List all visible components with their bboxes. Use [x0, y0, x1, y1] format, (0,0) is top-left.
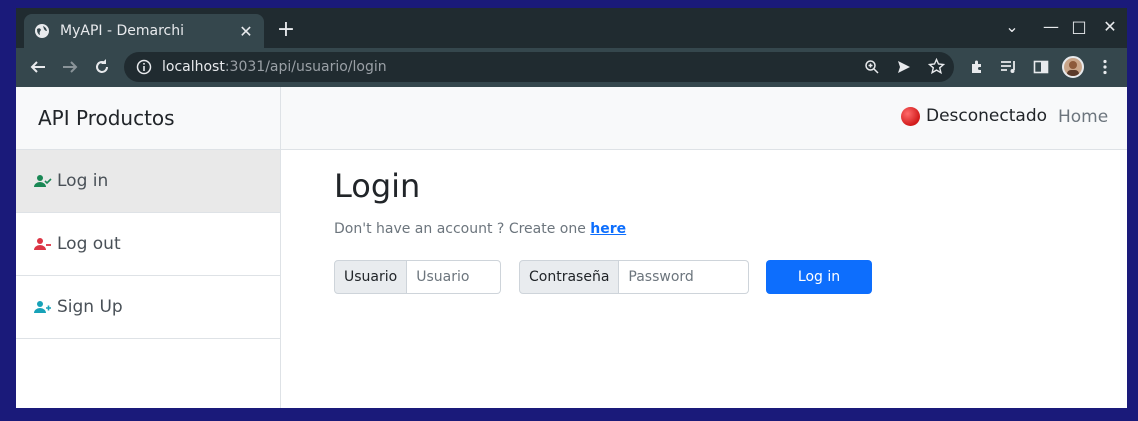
- sidebar-item-label: Log out: [57, 234, 121, 254]
- username-label: Usuario: [334, 260, 408, 294]
- browser-toolbar: localhost:3031/api/usuario/login: [16, 48, 1127, 87]
- browser-tab[interactable]: MyAPI - Demarchi ✕: [24, 14, 264, 48]
- page-title: Login: [334, 167, 421, 205]
- signup-hint: Don't have an account ? Create one here: [334, 221, 626, 237]
- sidebar-item-login[interactable]: Log in: [16, 150, 280, 213]
- status-text: Desconectado: [926, 106, 1048, 126]
- sidebar-item-label: Sign Up: [57, 297, 123, 317]
- side-panel-icon[interactable]: [1030, 56, 1052, 78]
- tab-search-icon[interactable]: ⌄: [1001, 17, 1023, 36]
- maximize-icon[interactable]: □: [1068, 17, 1090, 36]
- tab-close-icon[interactable]: ✕: [238, 22, 254, 41]
- sidebar-item-signup[interactable]: Sign Up: [16, 276, 280, 339]
- user-plus-icon: [34, 301, 51, 313]
- tab-strip: MyAPI - Demarchi ✕ + ⌄ — □ ✕: [16, 8, 1127, 48]
- password-input[interactable]: Password: [619, 260, 750, 294]
- reload-icon[interactable]: [91, 56, 113, 78]
- username-group: Usuario Usuario: [334, 260, 502, 294]
- top-navbar: Desconectado Home: [281, 87, 1127, 150]
- browser-window: MyAPI - Demarchi ✕ + ⌄ — □ ✕ localhost:3…: [16, 8, 1127, 408]
- tab-title: MyAPI - Demarchi: [60, 23, 184, 39]
- zoom-icon[interactable]: [864, 59, 880, 75]
- home-link[interactable]: Home: [1058, 107, 1108, 127]
- forward-icon[interactable]: [59, 56, 81, 78]
- url-text: localhost:3031/api/usuario/login: [162, 59, 387, 75]
- sidebar: API Productos Log in Log out Sign Up: [16, 87, 281, 408]
- bookmark-star-icon[interactable]: [928, 58, 945, 75]
- new-tab-button[interactable]: +: [274, 18, 298, 42]
- password-group: Contraseña Password: [519, 260, 750, 294]
- password-label: Contraseña: [519, 260, 620, 294]
- sidebar-item-label: Log in: [57, 171, 109, 191]
- address-bar[interactable]: localhost:3031/api/usuario/login: [124, 52, 954, 82]
- login-button[interactable]: Log in: [766, 260, 872, 294]
- signup-link[interactable]: here: [590, 221, 626, 237]
- brand-title[interactable]: API Productos: [16, 87, 280, 150]
- globe-icon: [35, 24, 49, 38]
- media-queue-icon[interactable]: [998, 56, 1020, 78]
- close-window-icon[interactable]: ✕: [1099, 17, 1121, 36]
- info-icon[interactable]: [136, 59, 152, 75]
- status-dot-icon: [901, 106, 920, 126]
- user-check-icon: [34, 175, 52, 187]
- menu-icon[interactable]: [1094, 56, 1116, 78]
- back-icon[interactable]: [27, 56, 49, 78]
- extensions-icon[interactable]: [966, 56, 988, 78]
- user-minus-icon: [34, 238, 51, 250]
- hint-text: Don't have an account ? Create one: [334, 221, 591, 237]
- send-icon[interactable]: [896, 59, 912, 75]
- profile-avatar[interactable]: [1062, 56, 1084, 78]
- sidebar-item-logout[interactable]: Log out: [16, 213, 280, 276]
- minimize-icon[interactable]: —: [1040, 17, 1062, 36]
- username-input[interactable]: Usuario: [407, 260, 502, 294]
- page: API Productos Log in Log out Sign Up Des…: [16, 87, 1127, 408]
- connection-status: Desconectado: [901, 106, 1047, 126]
